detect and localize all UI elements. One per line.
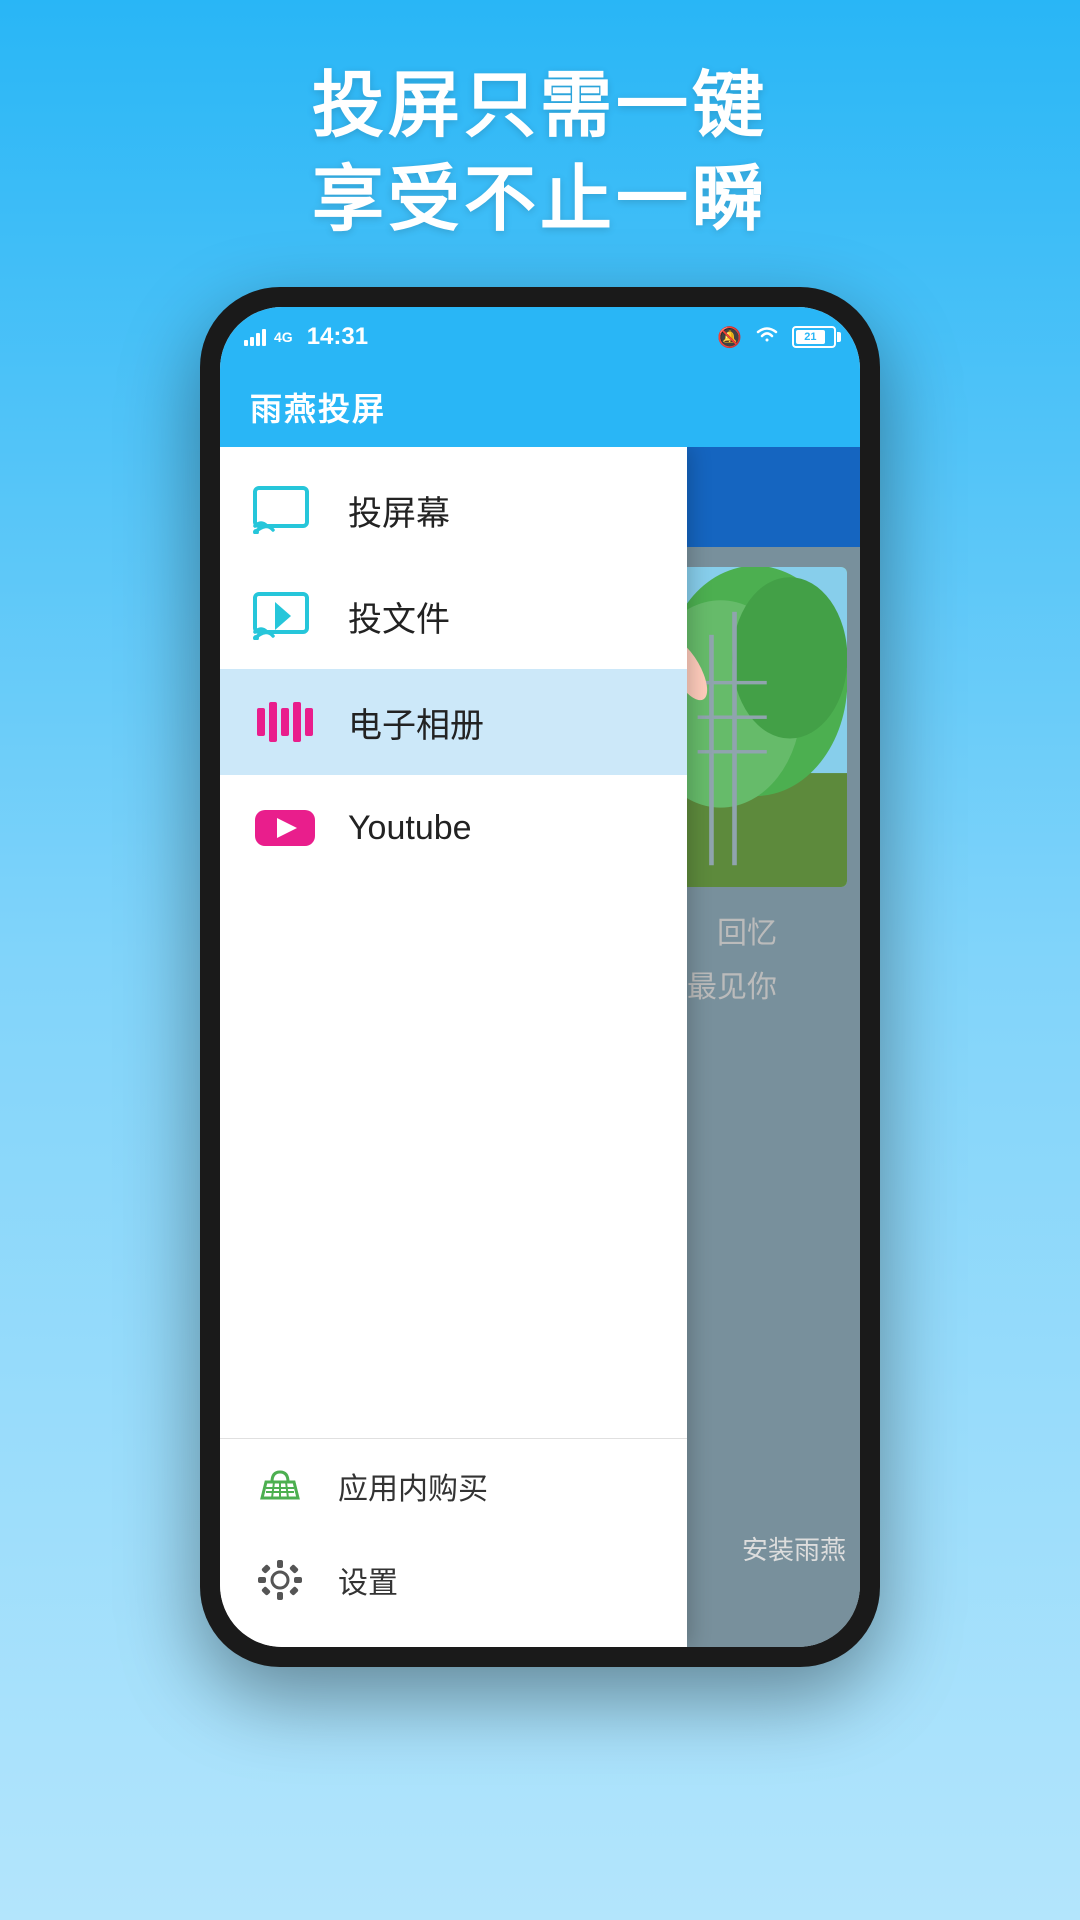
wifi-icon [754, 324, 780, 350]
menu-item-cast-file[interactable]: 投文件 [220, 563, 687, 669]
slideshow-label: 电子相册 [348, 698, 484, 747]
cast-screen-icon [250, 485, 320, 535]
menu-item-youtube[interactable]: Youtube [220, 775, 687, 881]
cast-file-label: 投文件 [348, 592, 450, 641]
settings-label: 设置 [338, 1558, 398, 1602]
youtube-label: Youtube [348, 809, 472, 848]
menu-items: 投屏幕 投文件 [220, 447, 687, 1438]
menu-item-cast-screen[interactable]: 投屏幕 [220, 457, 687, 563]
battery-level: 21 [796, 330, 825, 344]
app-bar: 雨燕投屏 [220, 367, 860, 447]
youtube-icon [250, 803, 320, 853]
settings-icon [250, 1555, 310, 1605]
memory-line1: 回忆 [687, 907, 777, 961]
status-time: 14:31 [307, 323, 368, 351]
menu-item-slideshow[interactable]: 电子相册 [220, 669, 687, 775]
memory-line2: 最见你 [687, 961, 777, 1015]
phone-screen: 4G 14:31 🔕 21 雨燕投屏 [220, 307, 860, 1647]
status-bar: 4G 14:31 🔕 21 [220, 307, 860, 367]
cast-screen-label: 投屏幕 [348, 486, 450, 535]
content-area: 回忆 最见你 安装雨燕 [220, 447, 860, 1647]
bottom-item-settings[interactable]: 设置 [220, 1533, 687, 1627]
purchase-label: 应用内购买 [338, 1464, 488, 1508]
status-right: 🔕 21 [717, 324, 836, 350]
hero-text: 投屏只需一键 享受不止一瞬 [312, 60, 768, 247]
app-title: 雨燕投屏 [250, 384, 386, 430]
status-left: 4G 14:31 [244, 323, 368, 351]
navigation-drawer: 投屏幕 投文件 [220, 447, 687, 1647]
phone-frame: 4G 14:31 🔕 21 雨燕投屏 [200, 287, 880, 1667]
install-text: 安装雨燕 [742, 1530, 846, 1567]
cast-file-icon [250, 591, 320, 641]
hero-line1: 投屏只需一键 [312, 60, 768, 154]
lte-badge: 4G [274, 329, 293, 345]
signal-icon [244, 328, 266, 346]
hero-line2: 享受不止一瞬 [312, 154, 768, 248]
battery-icon: 21 [792, 326, 836, 348]
shop-icon [250, 1461, 310, 1511]
notification-icon: 🔕 [717, 325, 742, 350]
slideshow-icon [250, 697, 320, 747]
drawer-bottom: 应用内购买 [220, 1439, 687, 1647]
bottom-item-purchase[interactable]: 应用内购买 [220, 1439, 687, 1533]
